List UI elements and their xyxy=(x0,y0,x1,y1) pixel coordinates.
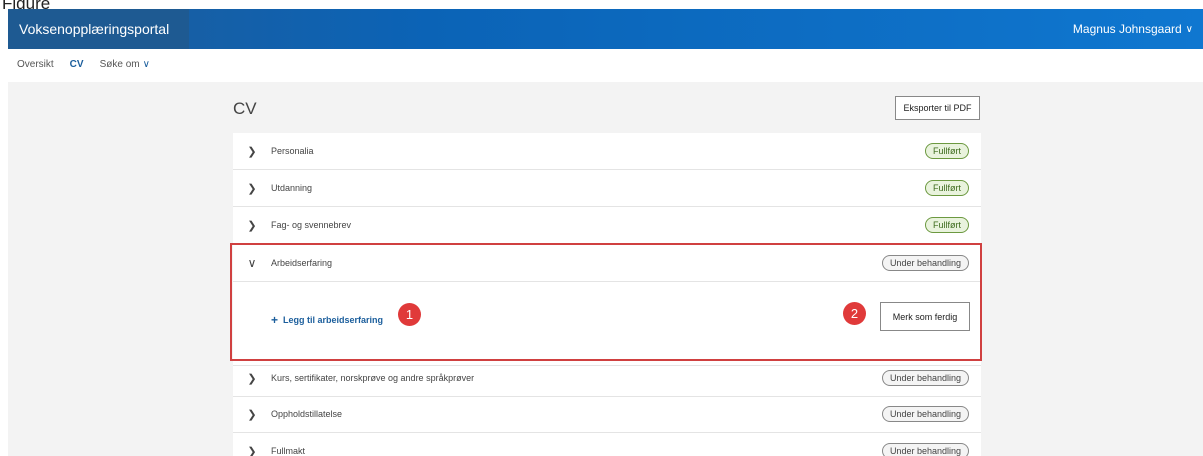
section-row-oppholdstillatelse[interactable]: ❯ Oppholdstillatelse Under behandling xyxy=(233,396,981,433)
section-label: Fullmakt xyxy=(271,446,306,456)
status-badge: Under behandling xyxy=(881,443,969,456)
chevron-right-icon: ❯ xyxy=(247,445,257,456)
user-menu[interactable]: Magnus Johnsgaard ∨ xyxy=(1073,22,1203,36)
sub-navigation: Oversikt CV Søke om ∨ xyxy=(17,59,150,70)
page-title: CV xyxy=(233,99,257,118)
chevron-down-icon: ∨ xyxy=(1185,23,1193,35)
status-badge: Fullført xyxy=(925,180,969,196)
chevron-right-icon: ❯ xyxy=(247,219,257,232)
status-badge: Under behandling xyxy=(881,406,969,422)
status-badge: Fullført xyxy=(925,143,969,159)
highlight-box xyxy=(230,243,982,361)
annotation-marker-1: 1 xyxy=(398,303,421,326)
section-row-personalia[interactable]: ❯ Personalia Fullført xyxy=(233,133,981,170)
nav-item-soke-om[interactable]: Søke om ∨ xyxy=(100,59,150,70)
section-label: Oppholdstillatelse xyxy=(271,409,343,419)
export-pdf-button[interactable]: Eksporter til PDF xyxy=(895,96,980,120)
nav-item-cv[interactable]: CV xyxy=(70,59,84,70)
status-badge: Under behandling xyxy=(881,370,969,386)
brand-logo[interactable]: Voksenopplæringsportal xyxy=(8,9,189,49)
section-row-kurs[interactable]: ❯ Kurs, sertifikater, norskprøve og andr… xyxy=(233,360,981,397)
status-badge: Fullført xyxy=(925,217,969,233)
chevron-right-icon: ❯ xyxy=(247,182,257,195)
chevron-right-icon: ❯ xyxy=(247,372,257,385)
chevron-down-icon: ∨ xyxy=(142,59,150,70)
section-row-utdanning[interactable]: ❯ Utdanning Fullført xyxy=(233,170,981,207)
chevron-right-icon: ❯ xyxy=(247,408,257,421)
section-label: Kurs, sertifikater, norskprøve og andre … xyxy=(271,373,475,383)
annotation-marker-2: 2 xyxy=(843,302,866,325)
section-label: Personalia xyxy=(271,146,314,156)
top-header: Voksenopplæringsportal Magnus Johnsgaard… xyxy=(8,9,1203,49)
section-label: Utdanning xyxy=(271,183,313,193)
nav-item-oversikt[interactable]: Oversikt xyxy=(17,59,54,70)
user-name: Magnus Johnsgaard xyxy=(1072,22,1182,36)
chevron-right-icon: ❯ xyxy=(247,145,257,158)
section-row-fag-svennebrev[interactable]: ❯ Fag- og svennebrev Fullført xyxy=(233,207,981,244)
nav-item-label: Søke om xyxy=(99,59,140,70)
section-label: Fag- og svennebrev xyxy=(271,220,352,230)
section-row-fullmakt[interactable]: ❯ Fullmakt Under behandling xyxy=(233,433,981,456)
